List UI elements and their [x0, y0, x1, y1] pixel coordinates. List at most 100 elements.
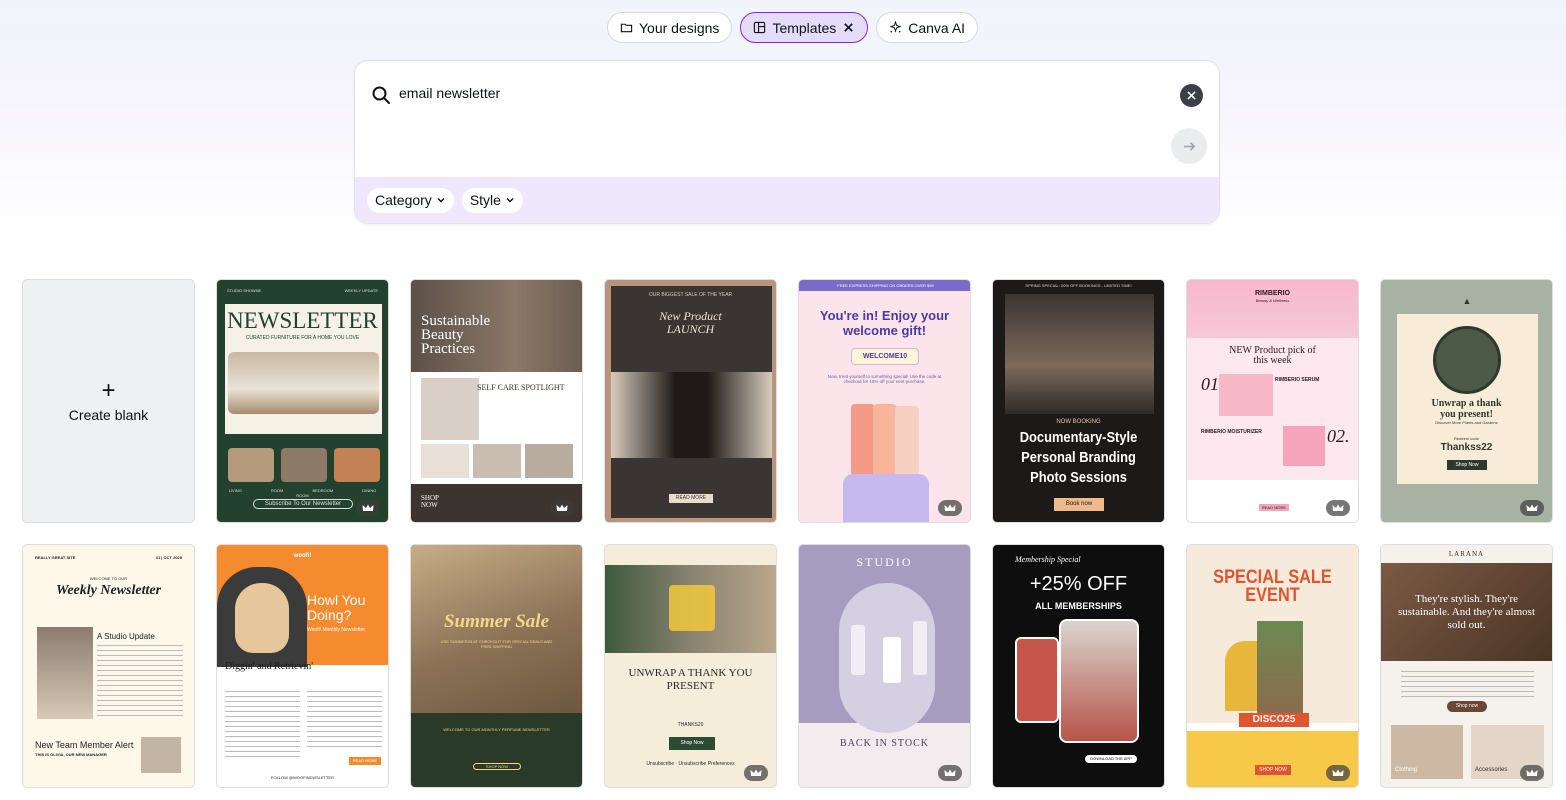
template-card[interactable]: SPRING SPECIAL: 20% OFF BOOKINGS - LIMIT… — [992, 279, 1165, 523]
template-text: A Studio Update — [97, 632, 155, 641]
template-text: 02. — [1327, 426, 1350, 446]
template-text: Accessories — [1475, 767, 1508, 773]
plus-icon: + — [101, 377, 116, 404]
folder-icon — [620, 23, 633, 33]
template-text: Diggin' and Retrievin' — [225, 661, 314, 672]
template-button: Shop Now — [669, 737, 715, 750]
close-icon[interactable] — [842, 21, 855, 34]
template-text: FOLLOW @WOOFINEWSLETTER — [271, 775, 334, 780]
search-input[interactable]: email newsletter — [399, 85, 500, 101]
template-text: Clothing — [1395, 767, 1418, 773]
template-title: Documentary-Style Personal Branding Phot… — [1019, 429, 1138, 486]
template-card[interactable]: OUR BIGGEST SALE OF THE YEAR New Product… — [604, 279, 777, 523]
template-icon — [754, 21, 766, 34]
template-button: Shop now — [1447, 701, 1487, 712]
template-button: SHOP NOW — [1255, 765, 1291, 775]
template-text: Now, treat yourself to something special… — [827, 374, 942, 384]
template-title: They're stylish. They're sustainable. An… — [1397, 593, 1535, 631]
create-blank-label: Create blank — [68, 407, 149, 423]
template-title: Howl You Doing? — [307, 592, 366, 623]
template-text: #1 | OCT 2025 — [155, 555, 182, 560]
chip-label: Category — [375, 192, 432, 208]
clear-search-button[interactable] — [1180, 84, 1203, 107]
template-text: Beauty & Wellness — [1255, 298, 1290, 303]
crown-icon — [1326, 765, 1350, 781]
template-text: SELF CARE SPOTLIGHT — [477, 383, 565, 392]
tab-label: Your designs — [639, 19, 720, 36]
top-tabs: Your designs Templates Canva AI — [607, 12, 979, 43]
template-card[interactable]: Sustainable Beauty Practices SELF CARE S… — [410, 279, 583, 523]
template-card[interactable]: Membership Special +25% OFF ALL MEMBERSH… — [992, 544, 1165, 788]
template-title: New Product LAUNCH — [659, 309, 722, 336]
category-filter[interactable]: Category — [367, 187, 454, 213]
template-title: You're in! Enjoy your welcome gift! — [819, 308, 950, 338]
crown-icon — [356, 500, 380, 516]
template-card[interactable]: RIMBERIO Beauty & Wellness NEW Product p… — [1186, 279, 1359, 523]
filter-bar: Category Style — [355, 177, 1219, 223]
template-card[interactable]: REALLY GREAT SITE #1 | OCT 2025 WELCOME … — [22, 544, 195, 788]
crown-icon — [1520, 765, 1544, 781]
template-text: SPRING SPECIAL: 20% OFF BOOKINGS - LIMIT… — [1025, 283, 1132, 288]
tab-templates[interactable]: Templates — [740, 12, 869, 43]
template-text: Redeem code — [1454, 436, 1479, 441]
tab-your-designs[interactable]: Your designs — [607, 12, 733, 43]
create-blank-button[interactable]: + Create blank — [22, 279, 195, 523]
template-card[interactable]: Summer Sale USE SUMMER25 AT CHECKOUT FOR… — [410, 544, 583, 788]
template-button: DOWNLOAD THE APP — [1085, 755, 1137, 763]
template-button: Shop Now — [1447, 460, 1487, 470]
chip-label: Style — [469, 192, 501, 208]
template-title: Unwrap a thank you present! — [1431, 398, 1502, 420]
template-text: USE SUMMER25 AT CHECKOUT FOR SPECIAL DEA… — [440, 639, 553, 649]
template-card[interactable]: woofi! Howl You Doing? Woofi! Monthly Ne… — [216, 544, 389, 788]
template-button: READ MORE — [349, 757, 381, 765]
template-button: SHOP NOW — [473, 763, 521, 770]
crown-icon — [744, 765, 768, 781]
template-text: WELCOME TO OUR MONTHLY PERFUME NEWSLETTE… — [443, 727, 550, 732]
search-icon — [372, 86, 390, 104]
template-text: REALLY GREAT SITE — [35, 555, 76, 560]
template-text: Membership Special — [1015, 555, 1081, 564]
template-card[interactable]: STUDIO SHOWNE WEEKLY UPDATE NEWSLETTER C… — [216, 279, 389, 523]
template-text: Woofi! Monthly Newsletter — [307, 627, 365, 633]
template-text: Thankss22 — [1440, 442, 1493, 453]
template-card[interactable]: ▲ Unwrap a thank you present! Discover M… — [1380, 279, 1553, 523]
template-text: ALL MEMBERSHIPS — [1035, 601, 1122, 611]
crown-icon — [1520, 500, 1544, 516]
template-text: FREE EXPRESS SHIPPING ON ORDERS OVER $99 — [799, 280, 970, 291]
template-title: NEWSLETTER — [227, 308, 378, 333]
template-text: WELCOME TO OUR — [89, 576, 128, 581]
template-title: STUDIO — [856, 555, 913, 569]
template-card[interactable]: STUDIO BACK IN STOCK — [798, 544, 971, 788]
template-button: READ MORE — [669, 494, 713, 503]
arrow-right-icon — [1183, 141, 1195, 151]
template-card[interactable]: FREE EXPRESS SHIPPING ON ORDERS OVER $99… — [798, 279, 971, 523]
template-text: CURATED FURNITURE FOR A HOME YOU LOVE — [245, 335, 360, 341]
search-panel: email newsletter Category Style — [354, 60, 1220, 224]
crown-icon — [938, 765, 962, 781]
template-text: woofi! — [293, 553, 312, 559]
template-text: RIMBERIO — [1255, 290, 1290, 297]
template-text: RIMBERIO SERUM — [1275, 377, 1320, 383]
crown-icon — [1326, 500, 1350, 516]
template-text: LIVING ROOM BEDROOM DINING ROOM — [228, 488, 377, 498]
template-title: Sustainable Beauty Practices — [421, 313, 491, 357]
chevron-down-icon — [506, 197, 514, 203]
tab-label: Canva AI — [908, 19, 966, 36]
tab-canva-ai[interactable]: Canva AI — [876, 12, 979, 43]
template-title: UNWRAP A THANK YOU PRESENT — [628, 667, 753, 692]
template-text: Discover More Plants and Gardens — [1435, 420, 1498, 425]
template-text: DISCO25 — [1239, 713, 1309, 727]
chevron-down-icon — [437, 197, 445, 203]
style-filter[interactable]: Style — [461, 187, 523, 213]
template-button: READ MORE — [1259, 504, 1289, 511]
template-text: THIS IS OLIVIA, OUR NEW MANAGER — [35, 752, 107, 757]
submit-search-button[interactable] — [1171, 128, 1207, 164]
template-card[interactable]: SPECIAL SALE EVENT DISCO25 SHOP NOW — [1186, 544, 1359, 788]
template-text: WEEKLY UPDATE — [344, 288, 378, 293]
template-title: BACK IN STOCK — [840, 738, 929, 749]
template-title: +25% OFF — [1029, 573, 1128, 595]
template-card[interactable]: UNWRAP A THANK YOU PRESENT THANKS20 Shop… — [604, 544, 777, 788]
crown-icon — [938, 500, 962, 516]
template-card[interactable]: LARANA They're stylish. They're sustaina… — [1380, 544, 1553, 788]
template-button: Subscribe To Our Newsletter — [253, 499, 353, 509]
